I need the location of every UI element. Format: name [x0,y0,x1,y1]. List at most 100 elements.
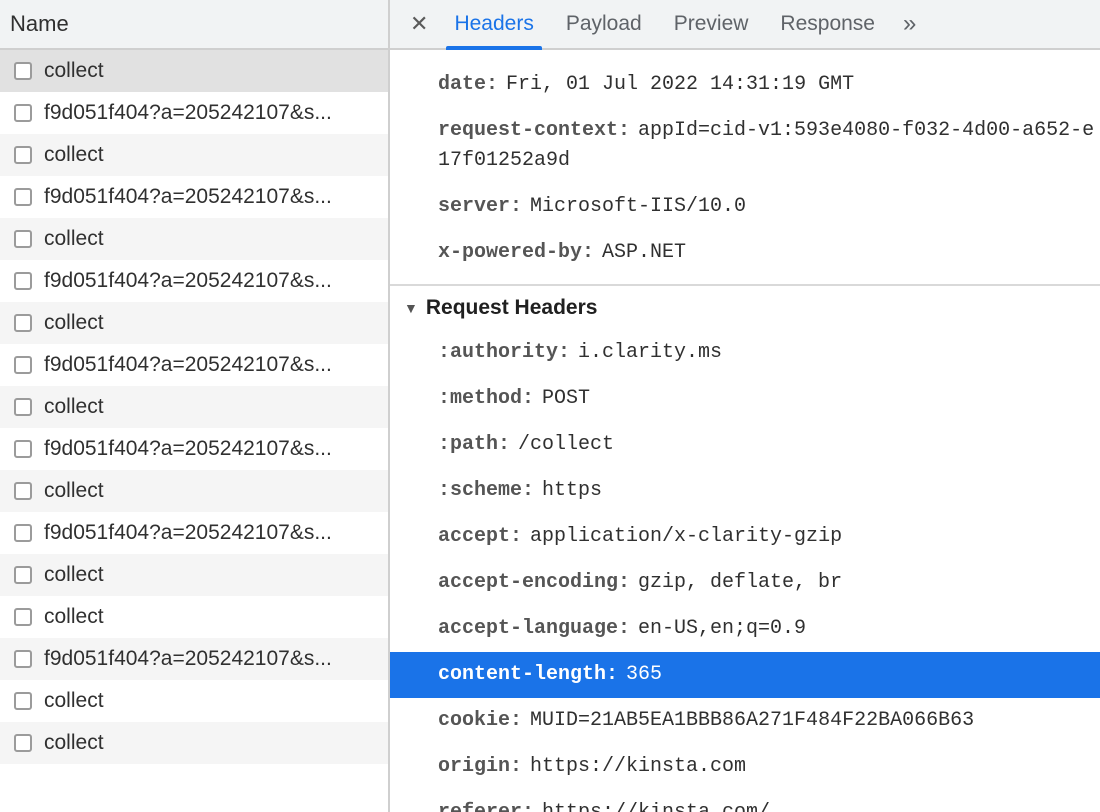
header-row[interactable]: referer: https://kinsta.com/ [390,790,1100,812]
request-row[interactable]: collect [0,554,388,596]
request-row-label: f9d051f404?a=205242107&s... [44,185,332,209]
header-row[interactable]: origin:https://kinsta.com [390,744,1100,790]
row-checkbox-icon[interactable] [14,482,32,500]
header-row[interactable]: :scheme: https [390,468,1100,514]
request-row[interactable]: f9d051f404?a=205242107&s... [0,92,388,134]
request-row[interactable]: collect [0,722,388,764]
close-icon[interactable]: ✕ [400,11,438,37]
request-row-label: collect [44,689,104,713]
devtools-network-panel: Name collectf9d051f404?a=205242107&s...c… [0,0,1100,812]
header-row[interactable]: content-length: 365 [390,652,1100,698]
row-checkbox-icon[interactable] [14,146,32,164]
row-checkbox-icon[interactable] [14,692,32,710]
request-row[interactable]: f9d051f404?a=205242107&s... [0,344,388,386]
request-row[interactable]: f9d051f404?a=205242107&s... [0,638,388,680]
request-list-column-header[interactable]: Name [0,0,388,50]
header-key: referer: [438,801,534,812]
request-row[interactable]: collect [0,596,388,638]
tab-payload[interactable]: Payload [550,0,658,48]
header-value: Fri, 01 Jul 2022 14:31:19 GMT [506,73,854,96]
header-row[interactable]: accept-language: en-US,en;q=0.9 [390,606,1100,652]
request-row[interactable]: f9d051f404?a=205242107&s... [0,176,388,218]
response-headers-block: date:Fri, 01 Jul 2022 14:31:19 GMTreques… [390,50,1100,276]
header-key: x-powered-by: [438,241,594,264]
header-value: MUID=21AB5EA1BBB86A271F484F22BA066B63 [530,709,974,732]
row-checkbox-icon[interactable] [14,734,32,752]
row-checkbox-icon[interactable] [14,524,32,542]
header-value: i.clarity.ms [578,341,722,364]
row-checkbox-icon[interactable] [14,272,32,290]
row-checkbox-icon[interactable] [14,188,32,206]
request-row-label: f9d051f404?a=205242107&s... [44,269,332,293]
request-row[interactable]: f9d051f404?a=205242107&s... [0,260,388,302]
header-value: 365 [626,663,662,686]
header-key: content-length: [438,663,618,686]
request-row-label: collect [44,731,104,755]
row-checkbox-icon[interactable] [14,398,32,416]
row-checkbox-icon[interactable] [14,566,32,584]
row-checkbox-icon[interactable] [14,440,32,458]
header-row[interactable]: accept:application/x-clarity-gzip [390,514,1100,560]
request-row-label: f9d051f404?a=205242107&s... [44,353,332,377]
more-tabs-icon[interactable]: » [891,10,928,38]
request-row-label: collect [44,563,104,587]
header-value: gzip, deflate, br [638,571,842,594]
header-row[interactable]: x-powered-by: ASP.NET [390,230,1100,276]
tab-headers[interactable]: Headers [438,0,549,48]
header-key: request-context: [438,119,630,142]
header-key: cookie: [438,709,522,732]
header-row[interactable]: request-context:appId=cid-v1:593e4080-f0… [390,108,1100,184]
header-row[interactable]: cookie: MUID=21AB5EA1BBB86A271F484F22BA06… [390,698,1100,744]
row-checkbox-icon[interactable] [14,608,32,626]
header-value: https [542,479,602,502]
request-row[interactable]: collect [0,386,388,428]
request-row[interactable]: collect [0,50,388,92]
header-key: :authority: [438,341,570,364]
header-row[interactable]: :authority: i.clarity.ms [390,330,1100,376]
request-row-label: f9d051f404?a=205242107&s... [44,647,332,671]
tab-preview[interactable]: Preview [658,0,765,48]
header-value: Microsoft-IIS/10.0 [530,195,746,218]
header-row[interactable]: :path: /collect [390,422,1100,468]
detail-tab-bar: ✕ HeadersPayloadPreviewResponse » [390,0,1100,50]
header-key: accept-language: [438,617,630,640]
header-key: :method: [438,387,534,410]
row-checkbox-icon[interactable] [14,650,32,668]
request-row[interactable]: f9d051f404?a=205242107&s... [0,428,388,470]
header-value: en-US,en;q=0.9 [638,617,806,640]
headers-detail-body: date:Fri, 01 Jul 2022 14:31:19 GMTreques… [390,50,1100,812]
row-checkbox-icon[interactable] [14,314,32,332]
header-value: /collect [518,433,614,456]
header-key: :scheme: [438,479,534,502]
header-row[interactable]: accept-encoding:gzip, deflate, br [390,560,1100,606]
tab-response[interactable]: Response [764,0,891,48]
request-headers-section-toggle[interactable]: ▼ Request Headers [390,286,1100,330]
request-row[interactable]: collect [0,470,388,512]
request-row-label: collect [44,311,104,335]
request-row-label: f9d051f404?a=205242107&s... [44,101,332,125]
header-row[interactable]: :method:POST [390,376,1100,422]
request-list: collectf9d051f404?a=205242107&s...collec… [0,50,388,812]
request-row-label: collect [44,395,104,419]
header-value: ASP.NET [602,241,686,264]
request-detail-panel: ✕ HeadersPayloadPreviewResponse » date:F… [390,0,1100,812]
row-checkbox-icon[interactable] [14,104,32,122]
header-value: https://kinsta.com/ [542,801,770,812]
request-headers-block: :authority:i.clarity.ms:method:POST:path… [390,330,1100,812]
request-row-label: collect [44,605,104,629]
header-row[interactable]: date:Fri, 01 Jul 2022 14:31:19 GMT [390,62,1100,108]
header-key: :path: [438,433,510,456]
row-checkbox-icon[interactable] [14,230,32,248]
request-row[interactable]: collect [0,218,388,260]
request-row[interactable]: collect [0,680,388,722]
request-list-panel: Name collectf9d051f404?a=205242107&s...c… [0,0,390,812]
header-value: application/x-clarity-gzip [530,525,842,548]
request-row-label: f9d051f404?a=205242107&s... [44,437,332,461]
request-row[interactable]: collect [0,302,388,344]
row-checkbox-icon[interactable] [14,62,32,80]
header-row[interactable]: server:Microsoft-IIS/10.0 [390,184,1100,230]
request-row[interactable]: f9d051f404?a=205242107&s... [0,512,388,554]
request-row[interactable]: collect [0,134,388,176]
row-checkbox-icon[interactable] [14,356,32,374]
request-row-label: collect [44,59,104,83]
